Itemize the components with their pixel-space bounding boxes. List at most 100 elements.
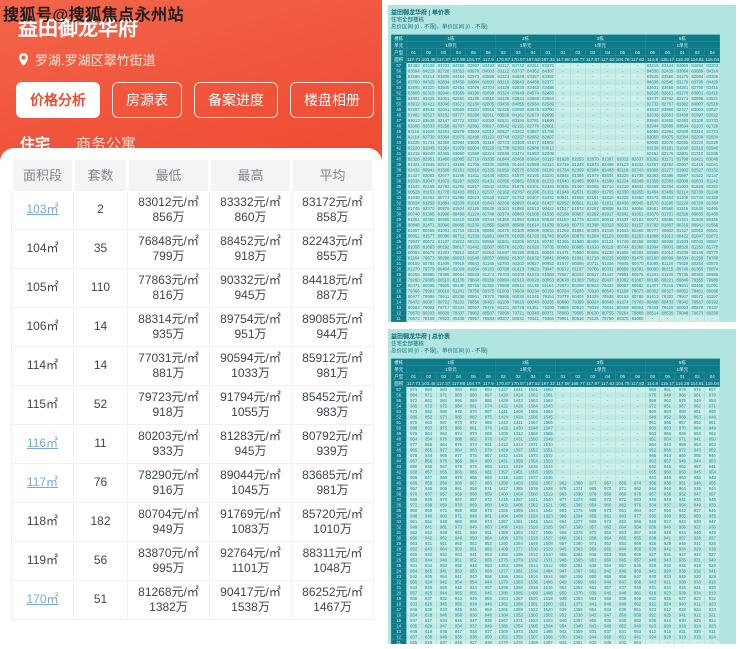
huxing-code: 02	[570, 48, 586, 56]
sheet-cell: 80254	[689, 260, 706, 267]
sheet-cell: 82465	[436, 150, 452, 157]
area-value: 170.87	[495, 379, 511, 387]
page: 搜狐号@搜狐焦点永州站 益田御龙华府 罗湖.罗湖区翠竹街道 价格分析 房源表 备案进…	[0, 0, 740, 649]
sheet-cell: 842	[615, 639, 631, 644]
sheet-cell: 80846	[406, 222, 422, 228]
sheet-cell: 83229	[615, 172, 631, 179]
sheet-cell: 81351	[525, 304, 541, 311]
area-link[interactable]: 103㎡	[26, 202, 58, 216]
sheet-cell: 79673	[555, 282, 571, 289]
sheet-cell: 82944	[510, 95, 526, 102]
sheet-cell: 82564	[525, 101, 541, 107]
sheet-cell: 81632	[630, 161, 646, 168]
sheet-cell: 79019	[585, 304, 601, 311]
sheet-cell: 83276	[674, 90, 691, 96]
sheet-cell: 82728	[436, 68, 452, 74]
sheet-cell: 81778	[570, 216, 586, 223]
sheet-cell: 79922	[525, 266, 541, 272]
building-group: 3栋	[555, 358, 646, 366]
sheet-cell: 80861	[600, 321, 616, 322]
sheet-cell: 81460	[570, 183, 586, 190]
sheet-cell: 80832	[510, 315, 526, 322]
header-button-0[interactable]: 价格分析	[16, 82, 100, 118]
sheet-cell: 82863	[659, 112, 676, 118]
sheet-cell: 80715	[525, 238, 541, 245]
sheet-cell: 81029	[585, 293, 601, 300]
sheet-cell: 80258	[630, 238, 646, 245]
sheet-cell: 83309	[704, 73, 720, 80]
huxing-label: 户型	[391, 372, 407, 380]
sheet-cell: 81778	[704, 244, 720, 250]
sheet-cell: 83949	[645, 117, 661, 124]
sheet-cell: 80846	[540, 249, 556, 256]
sheet-cell: 82849	[630, 178, 646, 184]
sheet-cell: 81292	[585, 211, 601, 217]
sheet-cell: 82326	[540, 183, 556, 190]
sheet-cell: 81427	[540, 200, 556, 206]
sheet-cell: 81990	[570, 238, 586, 245]
sheet-cell: 83426	[421, 95, 437, 102]
unit-price: 77863元/㎡	[138, 272, 199, 287]
header-button-1[interactable]: 房源表	[112, 82, 182, 118]
sheet-cell: 80941	[689, 222, 706, 228]
sheet-cell: 938	[600, 639, 616, 644]
sheet-cell: -	[659, 321, 676, 322]
sheet-cell: 81829	[704, 139, 720, 146]
total-price: 1538万	[231, 599, 270, 614]
sheet-cell: 84190	[465, 90, 482, 96]
sheet-cell: 80196	[645, 277, 661, 283]
sheet-cell: 81537	[480, 189, 497, 195]
sheet-cell: 80514	[645, 310, 661, 316]
sheet-cell: 82268	[630, 227, 646, 234]
sheet-cell: 83291	[465, 106, 482, 113]
area-link[interactable]: 117㎡	[27, 475, 58, 489]
sheet-cell: 80452	[525, 321, 541, 322]
sheet-cell: 79889	[495, 282, 511, 289]
sheet-cell: 83536	[495, 112, 511, 118]
sheet-cell: 80466	[421, 227, 437, 234]
sheet-cell: 81844	[630, 183, 646, 190]
huxing-code: 03	[510, 372, 526, 380]
total-price: 935万	[152, 326, 185, 341]
sheet-cell: 82666	[450, 106, 467, 113]
sheet-cell: 80484	[659, 194, 676, 201]
sheet-cell: 81950	[495, 167, 511, 173]
area-link[interactable]: 170㎡	[26, 592, 58, 606]
sheet-cell: 81427	[406, 172, 422, 179]
unit-price: 84418元/㎡	[302, 272, 363, 287]
sheet-cell: 82604	[465, 145, 482, 151]
sheet-cell: 80203	[421, 310, 437, 316]
header-button-2[interactable]: 备案进度	[194, 82, 278, 118]
area-value: 117.37	[435, 379, 452, 387]
sheet-cell: 83945	[436, 84, 452, 91]
area-link[interactable]: 116㎡	[27, 436, 58, 450]
sheet-cell: 80576	[495, 244, 511, 250]
sheet-cell: 82271	[674, 95, 691, 102]
sheet-cell: 79538	[600, 293, 616, 300]
sheet-cell: 83598	[480, 73, 497, 80]
sheet-cell: 81263	[630, 233, 646, 239]
sheet-cell: 80236	[585, 321, 601, 322]
sheet-cell: 83364	[436, 134, 452, 140]
sheet-cell: 82257	[510, 134, 526, 140]
sheet-cell: 83368	[510, 139, 526, 146]
sheet-cell: 81917	[465, 183, 482, 190]
sheet-cell: 80740	[674, 266, 691, 272]
sheet-cell: 80159	[540, 288, 556, 294]
sheet-cell: 79673	[689, 310, 706, 316]
average-cell: 85452元/㎡ 983万	[291, 384, 374, 425]
header-button-3[interactable]: 楼盘相册	[290, 82, 374, 118]
highest-cell: 92764元/㎡ 1101万	[209, 540, 292, 581]
sheet-cell: 83156	[510, 117, 526, 124]
sheet-cell: 82268	[495, 200, 511, 206]
unit-group: 1单元	[495, 41, 556, 49]
sheet-cell: 80927	[525, 260, 541, 267]
huxing-code: 04	[600, 372, 616, 380]
sheet-cell: 81745	[406, 205, 422, 212]
sheet-cell: 81139	[525, 282, 541, 289]
unit-group: 1单元	[495, 365, 556, 373]
sheet-cell: 80894	[495, 277, 511, 283]
unit-price: 90332元/㎡	[220, 272, 281, 287]
sheet-cell: 81263	[495, 205, 511, 212]
sheet-cell: 81683	[421, 244, 437, 250]
